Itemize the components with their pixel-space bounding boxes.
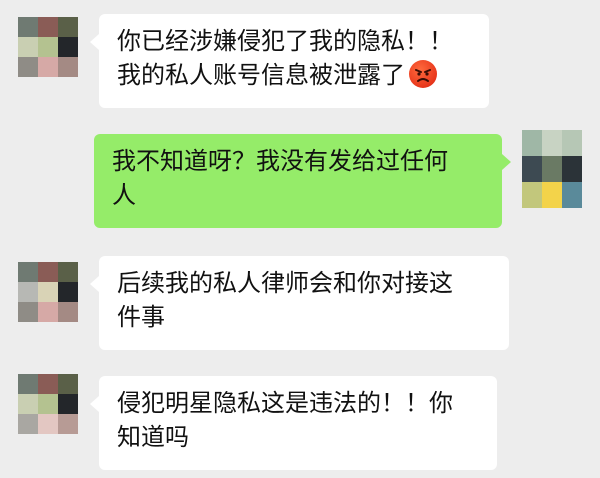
message-bubble-outgoing[interactable]: 我不知道呀？我没有发给过任何 人 (94, 134, 511, 228)
sender-avatar[interactable] (18, 374, 78, 434)
message-bubble-incoming[interactable]: 侵犯明星隐私这是违法的！！你 知道吗 (90, 376, 497, 470)
sender-avatar[interactable] (18, 262, 78, 322)
message-line: 知道吗 (117, 423, 189, 451)
angry-face-icon (409, 60, 437, 88)
own-avatar[interactable] (522, 130, 582, 208)
message-line: 侵犯明星隐私这是违法的！！你 (117, 389, 453, 417)
sender-avatar[interactable] (18, 17, 78, 77)
message-line: 人 (112, 181, 136, 209)
message-bubble-incoming[interactable]: 后续我的私人律师会和你对接这 件事 (90, 256, 509, 350)
message-line: 件事 (117, 303, 165, 331)
message-line: 我的私人账号信息被泄露了 (117, 58, 471, 92)
message-text: 我的私人账号信息被泄露了 (117, 61, 405, 89)
message-line: 你已经涉嫌侵犯了我的隐私！！ (117, 27, 453, 55)
message-line: 我不知道呀？我没有发给过任何 (112, 147, 448, 175)
message-bubble-incoming[interactable]: 你已经涉嫌侵犯了我的隐私！！ 我的私人账号信息被泄露了 (90, 14, 489, 108)
message-line: 后续我的私人律师会和你对接这 (117, 269, 453, 297)
